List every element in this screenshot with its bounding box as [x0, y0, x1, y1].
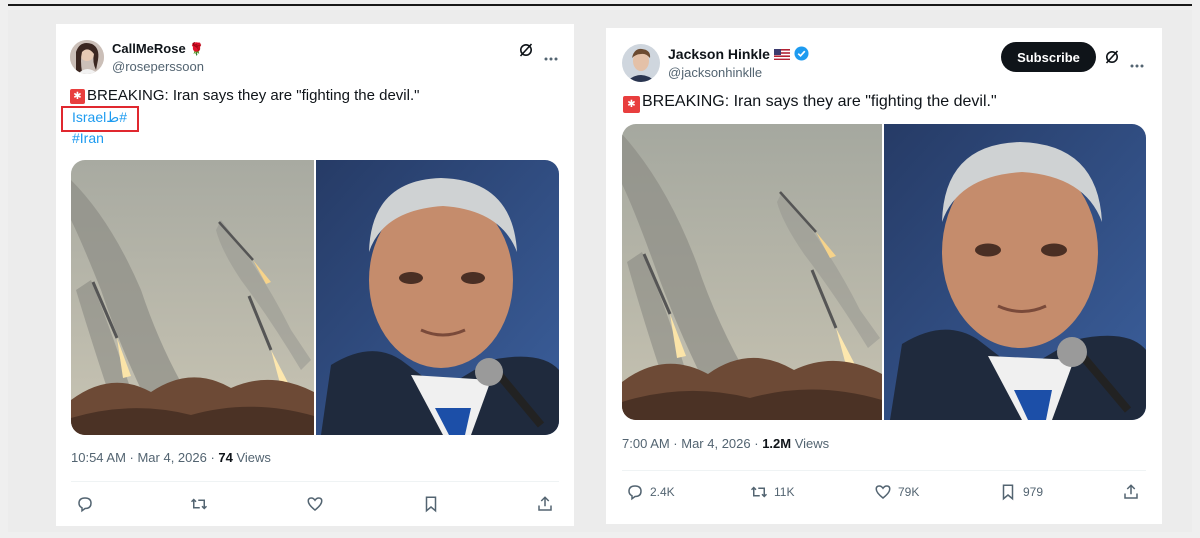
- display-name-text: Jackson Hinkle: [668, 46, 770, 62]
- tweet-meta: 10:54 AM · Mar 4, 2026 · 74 Views: [71, 450, 271, 465]
- views-count: 1.2M: [762, 436, 792, 451]
- grok-icon[interactable]: [1104, 49, 1120, 70]
- timestamp[interactable]: 10:54 AM · Mar 4, 2026 ·: [71, 450, 218, 465]
- views-label: Views: [232, 450, 271, 465]
- reply-icon: [78, 497, 92, 513]
- heart-icon: [875, 485, 891, 499]
- share-icon: [1124, 484, 1138, 499]
- share-icon: [538, 496, 552, 511]
- tweet-text: BREAKING: Iran says they are "fighting t…: [642, 93, 997, 110]
- repost-button[interactable]: 11K: [750, 483, 794, 501]
- tweet-card-right: Jackson Hinkle @jacksonhinklle Subscribe…: [606, 28, 1162, 524]
- share-button[interactable]: [1122, 483, 1140, 501]
- hashtag-iran[interactable]: #Iran: [72, 130, 104, 146]
- reply-button[interactable]: [76, 495, 100, 513]
- reply-icon: [628, 485, 642, 501]
- highlight-box: [61, 106, 139, 132]
- missile-photo: [71, 160, 314, 435]
- bookmark-button[interactable]: 979: [999, 483, 1043, 501]
- user-handle[interactable]: @jacksonhinklle: [668, 65, 762, 80]
- grok-icon[interactable]: [518, 42, 534, 63]
- like-button[interactable]: [306, 495, 330, 513]
- tweet-card-left: CallMeRose 🌹 @roseperssoon ✱ BREAKING: I…: [56, 24, 574, 526]
- timestamp[interactable]: 7:00 AM · Mar 4, 2026 ·: [622, 436, 762, 451]
- bookmark-count: 979: [1023, 485, 1044, 499]
- reply-count: 2.4K: [650, 485, 675, 499]
- more-options-icon[interactable]: [544, 48, 558, 66]
- views-label: Views: [791, 436, 830, 451]
- siren-icon: ✱: [70, 89, 85, 104]
- repost-button[interactable]: [190, 495, 214, 513]
- missile-photo: [622, 124, 882, 420]
- more-options-icon[interactable]: [1130, 55, 1144, 73]
- bookmark-icon: [425, 496, 437, 513]
- display-name-text: CallMeRose: [112, 41, 186, 56]
- rose-icon: 🌹: [189, 42, 205, 56]
- like-count: 79K: [898, 485, 920, 499]
- siren-icon: ✱: [623, 96, 640, 113]
- display-name[interactable]: CallMeRose 🌹: [112, 41, 204, 56]
- avatar[interactable]: [70, 40, 104, 74]
- comparison-frame: CallMeRose 🌹 @roseperssoon ✱ BREAKING: I…: [8, 10, 1192, 532]
- bookmark-button[interactable]: [422, 495, 446, 513]
- display-name[interactable]: Jackson Hinkle: [668, 46, 809, 64]
- subscribe-button[interactable]: Subscribe: [1001, 42, 1096, 72]
- tweet-meta: 7:00 AM · Mar 4, 2026 · 1.2M Views: [622, 436, 829, 451]
- repost-icon: [190, 498, 208, 510]
- heart-icon: [307, 497, 323, 511]
- repost-count: 11K: [774, 485, 795, 499]
- user-handle[interactable]: @roseperssoon: [112, 59, 204, 74]
- tweet-media[interactable]: [71, 160, 559, 435]
- divider: [71, 481, 559, 482]
- portrait-photo: [884, 124, 1146, 420]
- top-rule: [8, 4, 1192, 6]
- tweet-media[interactable]: [622, 124, 1146, 420]
- portrait-photo: [316, 160, 559, 435]
- repost-icon: [750, 486, 768, 498]
- verified-badge-icon[interactable]: [794, 46, 809, 64]
- us-flag-icon: [773, 47, 790, 63]
- bookmark-icon: [1002, 484, 1014, 501]
- divider: [622, 470, 1146, 471]
- tweet-text: BREAKING: Iran says they are "fighting t…: [87, 87, 420, 104]
- share-button[interactable]: [536, 495, 554, 513]
- views-count: 74: [218, 450, 233, 465]
- reply-button[interactable]: 2.4K: [626, 483, 675, 501]
- avatar[interactable]: [622, 44, 660, 82]
- like-button[interactable]: 79K: [874, 483, 919, 501]
